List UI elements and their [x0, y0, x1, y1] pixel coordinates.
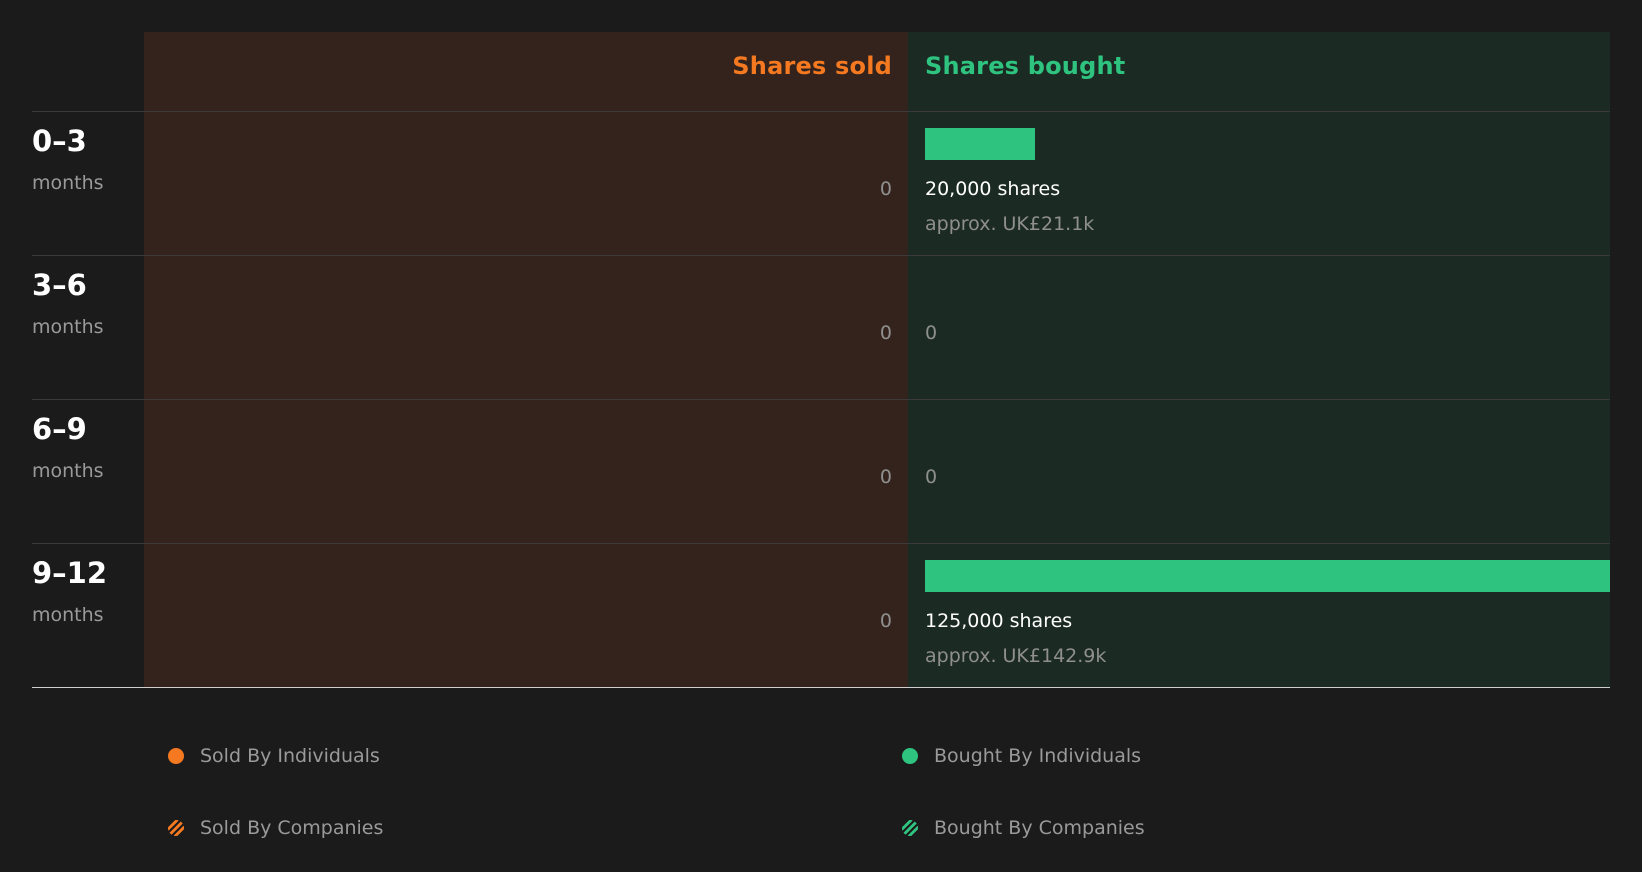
green-dot-icon — [902, 748, 918, 764]
period-unit-label: months — [32, 316, 104, 338]
orange-dot-icon — [168, 748, 184, 764]
insider-transactions-chart: Shares sold Shares bought 0–3 months 0 20,0… — [0, 0, 1642, 872]
period-row: 0–3 months 0 20,000 shares approx. UK£21.1k — [0, 112, 1642, 256]
shares-bought-bar — [925, 128, 1035, 160]
period-row: 3–6 months 0 0 — [0, 256, 1642, 400]
shares-sold-value: 0 — [879, 322, 892, 344]
legend-sold-by-individuals: Sold By Individuals — [168, 745, 380, 767]
period-label: 0–3 — [32, 124, 87, 158]
legend-bought-by-companies: Bought By Companies — [902, 817, 1145, 839]
period-label: 6–9 — [32, 412, 87, 446]
shares-bought-value: 125,000 shares — [925, 610, 1073, 632]
orange-hatched-dot-icon — [168, 820, 184, 836]
legend-label: Sold By Individuals — [200, 745, 380, 767]
period-unit-label: months — [32, 460, 104, 482]
period-unit-label: months — [32, 172, 104, 194]
legend-label: Sold By Companies — [200, 817, 384, 839]
chart-baseline — [32, 687, 1610, 688]
legend-label: Bought By Companies — [934, 817, 1145, 839]
period-label: 3–6 — [32, 268, 87, 302]
legend-bought-by-individuals: Bought By Individuals — [902, 745, 1141, 767]
shares-sold-value: 0 — [879, 610, 892, 632]
shares-bought-bar — [925, 560, 1610, 592]
shares-sold-value: 0 — [879, 466, 892, 488]
shares-sold-header: Shares sold — [732, 52, 892, 80]
legend-label: Bought By Individuals — [934, 745, 1142, 767]
green-hatched-dot-icon — [902, 820, 918, 836]
shares-bought-value: 0 — [925, 322, 938, 344]
shares-bought-value: 20,000 shares — [925, 178, 1061, 200]
legend-sold-by-companies: Sold By Companies — [168, 817, 383, 839]
shares-bought-approx-value: approx. UK£142.9k — [925, 645, 1107, 667]
shares-sold-value: 0 — [879, 178, 892, 200]
shares-bought-value: 0 — [925, 466, 938, 488]
shares-bought-header: Shares bought — [925, 52, 1126, 80]
period-row: 6–9 months 0 0 — [0, 400, 1642, 544]
period-row: 9–12 months 0 125,000 shares approx. UK£142.… — [0, 544, 1642, 688]
shares-bought-approx-value: approx. UK£21.1k — [925, 213, 1095, 235]
period-label: 9–12 — [32, 556, 108, 590]
period-unit-label: months — [32, 604, 104, 626]
